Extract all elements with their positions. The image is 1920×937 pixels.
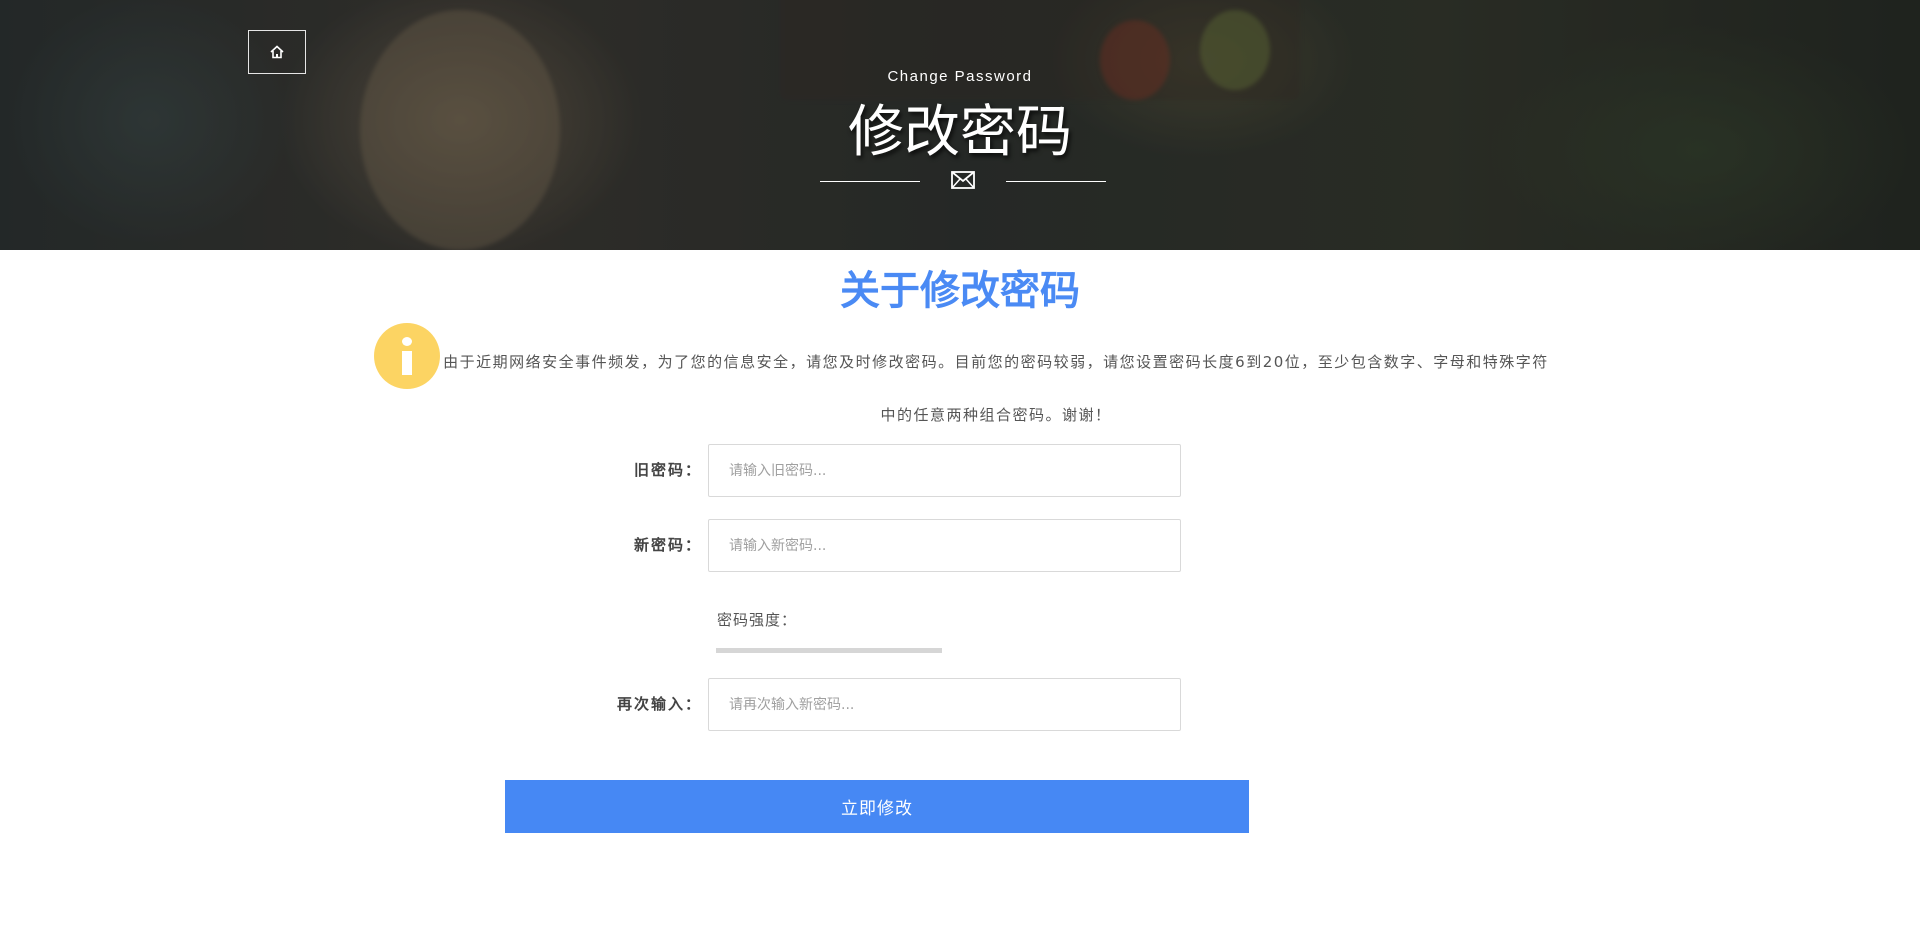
confirm-password-label: 再次输入： [616, 695, 702, 713]
home-icon [269, 44, 285, 60]
banner-subtitle: Change Password [887, 68, 1033, 85]
security-notice: 由于近期网络安全事件频发，为了您的信息安全，请您及时修改密码。目前您的密码较弱，… [443, 353, 1549, 424]
new-password-label: 新密码： [633, 536, 702, 554]
page-title: 修改密码 [848, 100, 1072, 165]
info-icon-dot [402, 337, 412, 346]
info-icon [374, 323, 440, 389]
password-strength-label: 密码强度： [717, 611, 798, 629]
confirm-password-input[interactable] [708, 678, 1181, 731]
page-banner: Change Password 修改密码 [0, 0, 1920, 250]
new-password-input[interactable] [708, 519, 1181, 572]
password-strength-meter [716, 648, 942, 653]
section-title: 关于修改密码 [840, 268, 1080, 314]
banner-divider [820, 168, 1106, 192]
old-password-input[interactable] [708, 444, 1181, 497]
old-password-label: 旧密码： [633, 461, 702, 479]
divider-line-left [820, 181, 920, 182]
envelope-icon [951, 170, 975, 194]
divider-line-right [1006, 181, 1106, 182]
submit-button[interactable]: 立即修改 [505, 780, 1249, 833]
info-icon-bar [402, 351, 412, 375]
